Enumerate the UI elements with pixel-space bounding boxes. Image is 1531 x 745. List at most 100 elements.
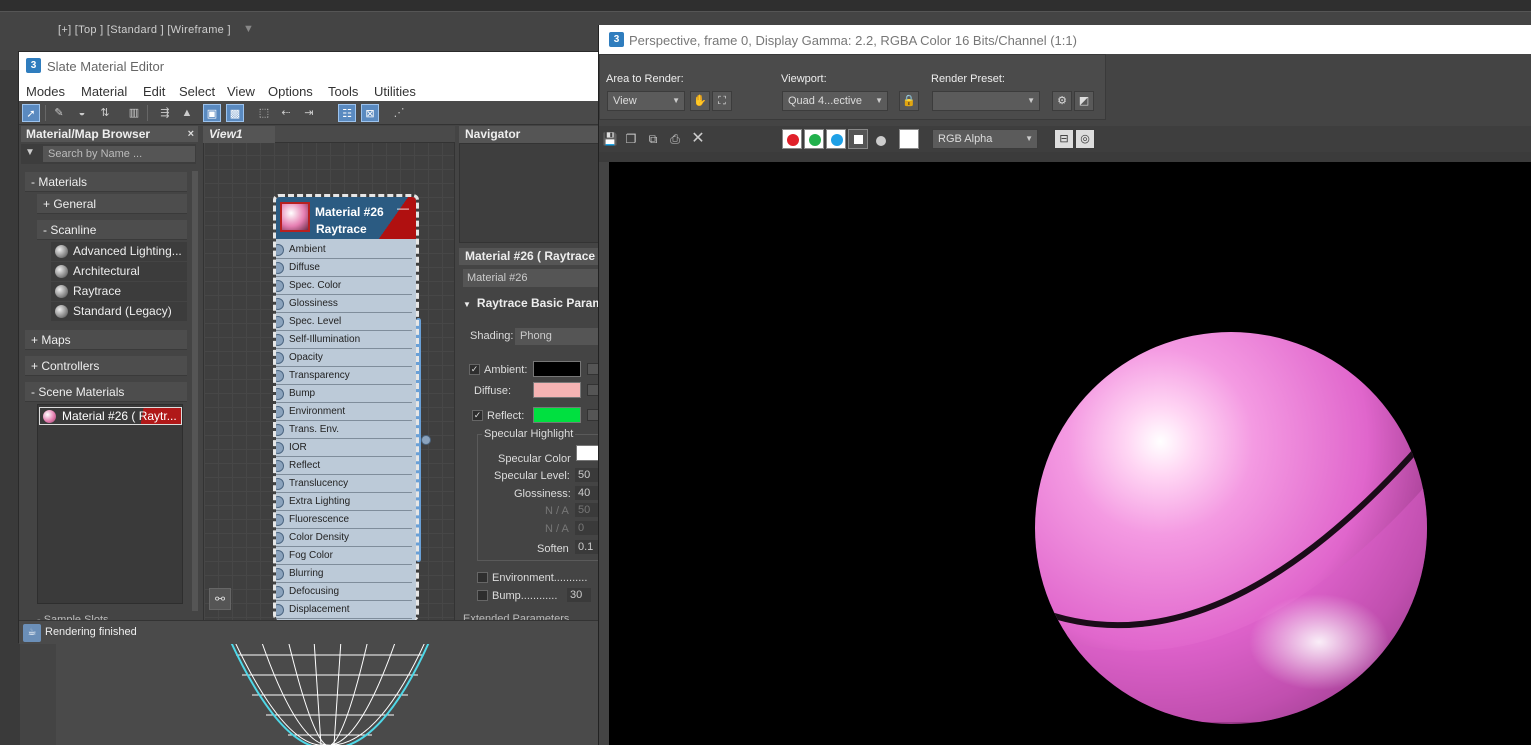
show-map-icon[interactable]: ▣ — [203, 104, 221, 122]
diffuse-color-swatch[interactable] — [533, 382, 581, 398]
eyedropper-icon[interactable]: ✎ — [50, 104, 68, 122]
environment-checkbox[interactable] — [477, 572, 488, 583]
render-title-bar[interactable]: 3 Perspective, frame 0, Display Gamma: 2… — [599, 25, 1531, 54]
list-item[interactable]: Advanced Lighting... — [51, 242, 187, 261]
bump-spinner[interactable]: 30 — [567, 588, 591, 602]
scene-material-item[interactable]: Material #26 ( Raytr... — [39, 407, 182, 425]
select-tool-icon[interactable]: ➚ — [22, 104, 40, 122]
input-socket-icon[interactable] — [276, 496, 284, 508]
input-socket-icon[interactable] — [276, 388, 284, 400]
input-socket-icon[interactable] — [276, 298, 284, 310]
node-slot[interactable]: Opacity — [276, 349, 412, 367]
group-scene-materials[interactable]: - Scene Materials — [25, 382, 187, 402]
node-slot[interactable]: Environment — [276, 403, 412, 421]
monochrome-icon[interactable] — [876, 136, 886, 146]
input-socket-icon[interactable] — [276, 442, 284, 454]
material-name-field[interactable]: Material #26 — [463, 269, 601, 287]
input-socket-icon[interactable] — [276, 532, 284, 544]
node-slot[interactable]: Trans. Env. — [276, 421, 412, 439]
node-slot[interactable]: Fluorescence — [276, 511, 412, 529]
input-socket-icon[interactable] — [276, 604, 284, 616]
browser-scrollbar[interactable] — [192, 171, 198, 611]
hide-unused-slots-icon[interactable]: ⇥ — [300, 104, 318, 122]
green-channel-button[interactable] — [804, 129, 824, 149]
print-icon[interactable]: ⎙ — [667, 131, 683, 147]
glossiness-spinner[interactable]: 40 — [575, 486, 599, 500]
menu-options[interactable]: Options — [268, 84, 313, 99]
render-preset-dropdown[interactable]: ▼ — [932, 91, 1040, 111]
node-slot[interactable]: Spec. Color — [276, 277, 412, 295]
search-input[interactable]: Search by Name ... — [43, 146, 195, 162]
browser-close-icon[interactable]: × — [188, 126, 194, 142]
show-background-icon[interactable]: ▩ — [226, 104, 244, 122]
input-socket-icon[interactable] — [276, 352, 284, 364]
menu-view[interactable]: View — [227, 84, 255, 99]
node-slot[interactable]: Defocusing — [276, 583, 412, 601]
node-slot[interactable]: Glossiness — [276, 295, 412, 313]
bump-checkbox[interactable] — [477, 590, 488, 601]
group-materials[interactable]: - Materials — [25, 172, 187, 192]
binoculars-icon[interactable]: ⚯ — [209, 588, 231, 610]
reflect-color-swatch[interactable] — [533, 407, 581, 423]
ambient-checkbox[interactable]: ✓ — [469, 364, 480, 375]
group-controllers[interactable]: + Controllers — [25, 356, 187, 376]
input-socket-icon[interactable] — [276, 568, 284, 580]
lock-icon[interactable]: 🔒 — [899, 91, 919, 111]
menu-material[interactable]: Material — [81, 84, 127, 99]
put-to-scene-icon[interactable]: ⇅ — [96, 104, 114, 122]
input-socket-icon[interactable] — [276, 370, 284, 382]
material-id-icon[interactable]: ▲ — [178, 104, 196, 122]
slate-title-bar[interactable]: 3 Slate Material Editor — [19, 52, 601, 79]
navigator-view[interactable] — [459, 143, 601, 243]
menu-utilities[interactable]: Utilities — [374, 84, 416, 99]
input-socket-icon[interactable] — [276, 244, 284, 256]
menu-tools[interactable]: Tools — [328, 84, 358, 99]
rollout-header[interactable]: ▼ Raytrace Basic Parameters — [463, 294, 601, 312]
input-socket-icon[interactable] — [276, 460, 284, 472]
menu-modes[interactable]: Modes — [26, 84, 65, 99]
input-socket-icon[interactable] — [276, 586, 284, 598]
tab-view1[interactable]: View1 — [203, 126, 275, 143]
display-channel-dropdown[interactable]: RGB Alpha ▼ — [932, 129, 1038, 149]
clone-window-icon[interactable]: ⧉ — [645, 131, 661, 147]
node-slot[interactable]: Transparency — [276, 367, 412, 385]
list-item[interactable]: Raytrace — [51, 282, 187, 301]
node-slot[interactable]: Reflect — [276, 457, 412, 475]
layout-icon[interactable]: ⇠ — [277, 104, 295, 122]
move-children-icon[interactable]: ⇶ — [156, 104, 174, 122]
specular-level-spinner[interactable]: 50 — [575, 468, 599, 482]
viewport-dropdown[interactable]: Quad 4...ective ▼ — [782, 91, 888, 111]
group-scanline[interactable]: - Scanline — [37, 220, 187, 240]
node-output-socket[interactable] — [421, 435, 431, 445]
shading-dropdown[interactable]: Phong — [515, 328, 601, 345]
save-image-icon[interactable]: 💾 — [602, 131, 618, 147]
input-socket-icon[interactable] — [276, 514, 284, 526]
render-setup-icon[interactable]: ⚙ — [1052, 91, 1072, 111]
copy-image-icon[interactable]: ❐ — [623, 131, 639, 147]
input-socket-icon[interactable] — [276, 406, 284, 418]
menu-select[interactable]: Select — [179, 84, 215, 99]
soften-spinner[interactable]: 0.1 — [575, 540, 599, 554]
background-color-swatch[interactable] — [899, 129, 919, 149]
clear-icon[interactable]: ✕ — [690, 131, 706, 147]
list-item[interactable]: Architectural — [51, 262, 187, 281]
input-socket-icon[interactable] — [276, 280, 284, 292]
minimize-node-icon[interactable]: — — [397, 201, 409, 215]
input-socket-icon[interactable] — [276, 478, 284, 490]
input-socket-icon[interactable] — [276, 316, 284, 328]
auto-region-icon[interactable]: ⛶ — [712, 91, 732, 111]
node-slot[interactable]: Self-Illumination — [276, 331, 412, 349]
node-slot[interactable]: Diffuse — [276, 259, 412, 277]
node-slot[interactable]: Extra Lighting — [276, 493, 412, 511]
node-slot[interactable]: Fog Color — [276, 547, 412, 565]
toggle-ui-icon[interactable]: ◎ — [1075, 129, 1095, 149]
menu-edit[interactable]: Edit — [143, 84, 165, 99]
ambient-color-swatch[interactable] — [533, 361, 581, 377]
input-socket-icon[interactable] — [276, 424, 284, 436]
area-to-render-dropdown[interactable]: View ▼ — [607, 91, 685, 111]
input-socket-icon[interactable] — [276, 550, 284, 562]
assign-material-icon[interactable]: ◒ — [73, 104, 91, 122]
list-item[interactable]: Standard (Legacy) — [51, 302, 187, 321]
group-general[interactable]: + General — [37, 194, 187, 214]
node-slot[interactable]: Ambient — [276, 241, 412, 259]
